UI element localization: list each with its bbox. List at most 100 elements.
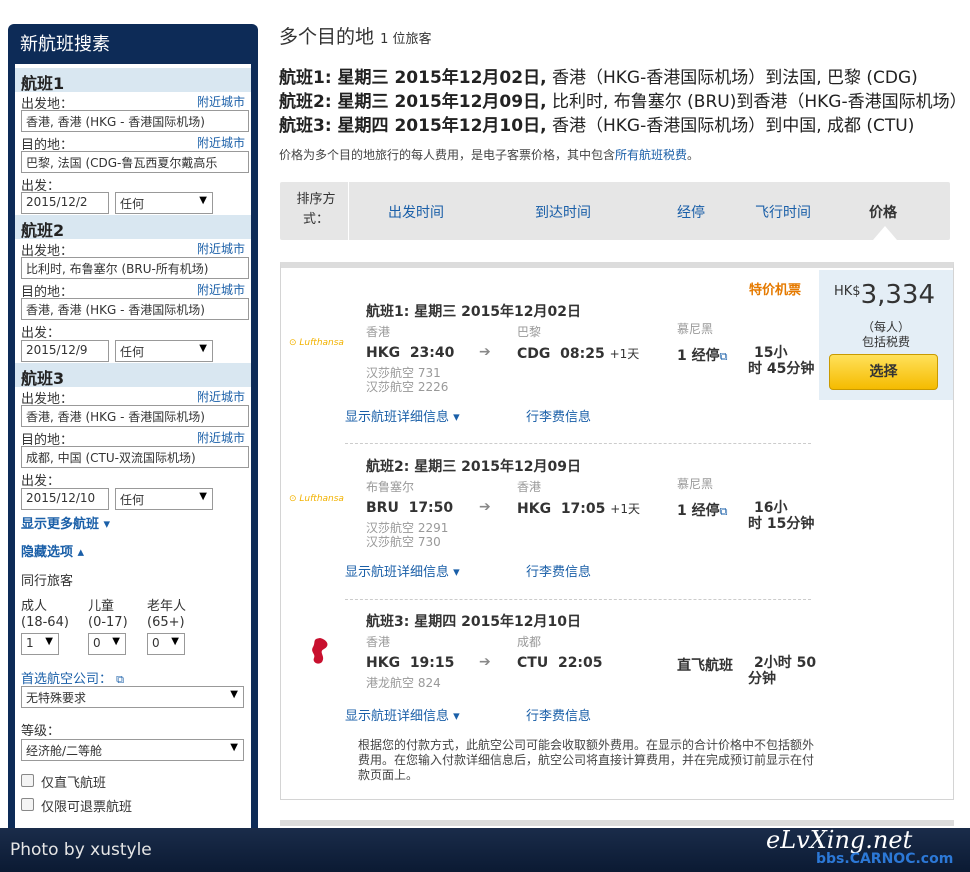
price-amount: HK$3,334 (834, 280, 936, 310)
leg2-arrival: HKG 17:05 +1天 (517, 501, 640, 517)
leg1-dep-city: 香港 (366, 325, 391, 339)
leg2-time-value: 任何 (120, 345, 145, 359)
leg1-baggage-link[interactable]: 行李费信息 (526, 406, 591, 425)
sort-label: 排序方式： (296, 192, 336, 227)
lufthansa-logo: ⊙ Lufthansa (289, 494, 344, 504)
sort-price[interactable]: 价格 (869, 202, 897, 222)
leg1-header: 航班1 (15, 68, 251, 93)
leg2-header: 航班2 (15, 215, 251, 240)
child-count-select[interactable]: 0 ▼ (88, 633, 126, 655)
class-label: 等级： (21, 724, 61, 739)
leg3-flight-numbers: 港龙航空 824 (366, 676, 441, 690)
tax-included-label: 包括税费 (861, 335, 910, 349)
leg1-to-nearby-link[interactable]: 附近城市 (197, 134, 245, 151)
leg2-via-city: 慕尼黑 (677, 477, 714, 491)
leg1-from-nearby-link[interactable]: 附近城市 (197, 93, 245, 110)
leg3-time-select[interactable]: 任何 ▼ (115, 488, 213, 510)
sort-arrival-time[interactable]: 到达时间 (535, 202, 591, 222)
leg2-date-label: 出发： (21, 326, 61, 341)
senior-count-select[interactable]: 0 ▼ (147, 633, 185, 655)
leg1-details-link[interactable]: 显示航班详细信息 ▾ (345, 406, 460, 425)
external-link-icon[interactable]: ⧉ (116, 673, 124, 686)
extra-fee-note: 根据您的付款方式，此航空公司可能会收取额外费用。在显示的合计价格中不包括额外费用… (358, 738, 815, 782)
leg2-from-input[interactable]: 比利时, 布鲁塞尔 (BRU-所有机场) (21, 257, 249, 279)
leg2-duration: 16小时 15分钟 (748, 500, 815, 532)
refundable-label: 仅限可退票航班 (41, 800, 133, 815)
senior-label: 老年人 (65+) (147, 599, 187, 630)
traveler-count: 1 位旅客 (380, 32, 432, 47)
leg2-details-link[interactable]: 显示航班详细信息 ▾ (345, 561, 460, 580)
sort-flight-duration[interactable]: 飞行时间 (755, 202, 811, 222)
select-button[interactable]: 选择 (829, 354, 938, 390)
leg3-header: 航班3 (15, 363, 251, 388)
leg2-time-select[interactable]: 任何 ▼ (115, 340, 213, 362)
airline-pref-select[interactable]: 无特殊要求 ▼ (21, 686, 244, 708)
leg3-to-input[interactable]: 成都, 中国 (CTU-双流国际机场) (21, 446, 249, 468)
result-leg3-title: 航班3: 星期四 2015年12月10日 (366, 614, 582, 630)
watermark-carnoc: bbs.CARNOC.com (816, 851, 954, 867)
leg2-from-nearby-link[interactable]: 附近城市 (197, 240, 245, 257)
sort-active-caret (873, 226, 897, 240)
arrow-right-icon: ➔ (479, 344, 491, 360)
dropdown-arrow-icon: ▼ (199, 343, 207, 354)
leg2-departure: BRU 17:50 (366, 500, 454, 516)
nonstop-label: 仅直飞航班 (41, 776, 107, 791)
leg2-dep-city: 布鲁塞尔 (366, 480, 415, 494)
sort-divider (348, 182, 349, 240)
leg1-arrival: CDG 08:25 +1天 (517, 346, 640, 362)
leg3-date-input[interactable]: 2015/12/10 (21, 488, 109, 510)
sidebar-title: 新航班搜素 (20, 34, 110, 55)
leg3-baggage-link[interactable]: 行李费信息 (526, 705, 591, 724)
price-note: 价格为多个目的地旅行的每人费用，是电子客票价格，其中包含所有航班税费。 (279, 148, 700, 162)
leg1-date-input[interactable]: 2015/12/2 (21, 192, 109, 214)
leg3-departure: HKG 19:15 (366, 655, 455, 671)
leg2-date-input[interactable]: 2015/12/9 (21, 340, 109, 362)
leg3-arr-city: 成都 (517, 635, 542, 649)
leg2-baggage-link[interactable]: 行李费信息 (526, 561, 591, 580)
arrow-right-icon: ➔ (479, 499, 491, 515)
search-form: 航班1 出发地： 附近城市 香港, 香港 (HKG - 香港国际机场) 目的地：… (15, 64, 251, 836)
flight-summary-1: 航班1: 星期三 2015年12月02日, 香港（HKG-香港国际机场）到法国,… (279, 68, 918, 88)
flight-summary-2: 航班2: 星期三 2015年12月09日, 比利时, 布鲁塞尔 (BRU)到香港… (279, 92, 967, 112)
leg2-to-nearby-link[interactable]: 附近城市 (197, 281, 245, 298)
leg3-to-nearby-link[interactable]: 附近城市 (197, 429, 245, 446)
hide-options-link[interactable]: 隐藏选项 ▴ (21, 541, 84, 560)
lufthansa-logo: ⊙ Lufthansa (289, 338, 344, 348)
leg1-via-city: 慕尼黑 (677, 322, 714, 336)
leg1-to-input[interactable]: 巴黎, 法国 (CDG-鲁瓦西夏尔戴高乐 (21, 151, 249, 173)
leg1-time-value: 任何 (120, 197, 145, 211)
leg3-from-nearby-link[interactable]: 附近城市 (197, 388, 245, 405)
airline-pref-label: 首选航空公司： ⧉ (21, 672, 125, 687)
leg1-time-select[interactable]: 任何 ▼ (115, 192, 213, 214)
leg3-stops: 直飞航班 (677, 658, 733, 674)
leg-divider (345, 599, 811, 600)
leg1-duration: 15小时 45分钟 (748, 345, 815, 377)
dropdown-arrow-icon: ▼ (171, 636, 179, 647)
leg2-arr-city: 香港 (517, 480, 542, 494)
leg3-date-label: 出发： (21, 474, 61, 489)
sort-stops[interactable]: 经停 (677, 202, 705, 222)
show-more-flights-link[interactable]: 显示更多航班 ▾ (21, 513, 110, 532)
leg1-stops[interactable]: 1 经停⧉ (677, 345, 727, 365)
special-fare-badge: 特价机票 (749, 283, 802, 298)
external-link-icon[interactable]: ⧉ (720, 505, 728, 518)
adult-count-select[interactable]: 1 ▼ (21, 633, 59, 655)
dropdown-arrow-icon: ▼ (230, 742, 238, 753)
sort-bar: 排序方式： 出发时间 到达时间 经停 飞行时间 价格 (280, 182, 950, 240)
leg1-from-input[interactable]: 香港, 香港 (HKG - 香港国际机场) (21, 110, 249, 132)
nonstop-checkbox[interactable] (21, 774, 34, 787)
external-link-icon[interactable]: ⧉ (720, 350, 728, 363)
dropdown-arrow-icon: ▼ (230, 689, 238, 700)
refundable-checkbox[interactable] (21, 798, 34, 811)
sort-departure-time[interactable]: 出发时间 (388, 202, 444, 222)
leg3-arrival: CTU 22:05 (517, 655, 603, 671)
photo-credit: Photo by xustyle (10, 840, 152, 860)
leg2-stops[interactable]: 1 经停⧉ (677, 500, 727, 520)
travelers-label: 同行旅客 (21, 574, 74, 589)
leg3-details-link[interactable]: 显示航班详细信息 ▾ (345, 705, 460, 724)
class-select[interactable]: 经济舱/二等舱 ▼ (21, 739, 244, 761)
leg2-to-input[interactable]: 香港, 香港 (HKG - 香港国际机场) (21, 298, 249, 320)
dropdown-arrow-icon: ▼ (199, 195, 207, 206)
all-taxes-link[interactable]: 所有航班税费 (615, 148, 687, 162)
leg3-from-input[interactable]: 香港, 香港 (HKG - 香港国际机场) (21, 405, 249, 427)
